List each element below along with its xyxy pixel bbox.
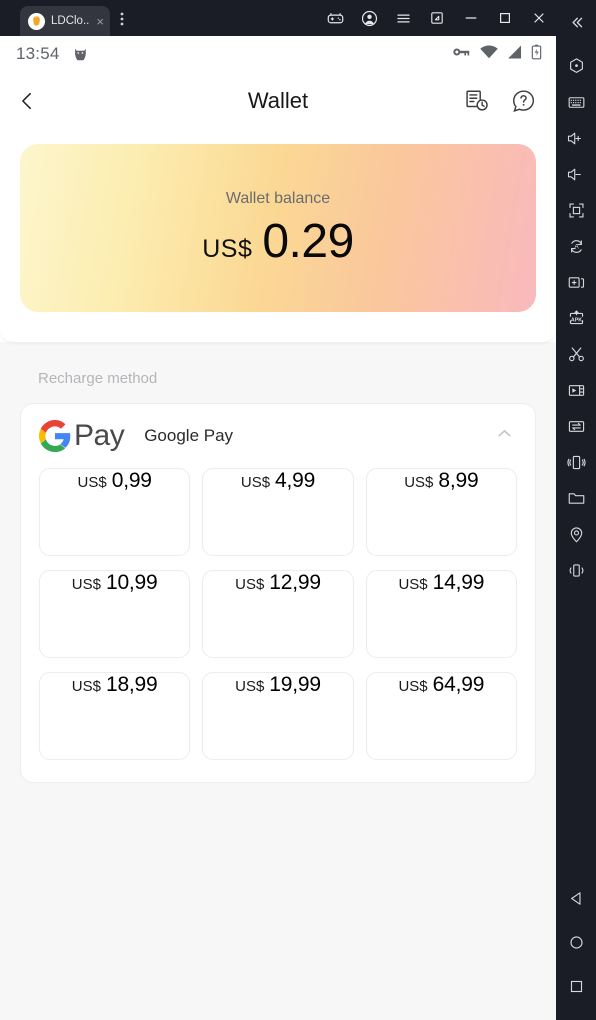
signal-icon — [507, 45, 522, 64]
google-pay-wordmark: Pay — [74, 419, 125, 452]
window-controls — [318, 0, 556, 36]
window-tab[interactable]: LDClo... × — [20, 6, 110, 36]
amount-value: 64,99 — [432, 673, 485, 696]
amount-tile[interactable]: US$ 8,99 — [365, 468, 517, 556]
statusbar-time: 13:54 — [16, 44, 60, 63]
nav-back-icon[interactable] — [556, 880, 596, 916]
kebab-menu-icon[interactable] — [120, 11, 124, 29]
amount-currency: US$ — [398, 576, 428, 593]
balance-currency: US$ — [202, 235, 253, 263]
wifi-icon — [480, 45, 498, 64]
amount-tile[interactable]: US$ 19,99 — [202, 672, 354, 760]
close-icon[interactable] — [522, 0, 556, 36]
amount-value: 0,99 — [111, 469, 152, 492]
volume-down-icon[interactable] — [556, 156, 596, 192]
emulator-sidebar: A APK — [556, 0, 596, 1020]
gamepad-icon[interactable] — [318, 0, 352, 36]
balance-value: 0.29 — [262, 215, 354, 268]
amount-value: 19,99 — [269, 673, 321, 696]
recharge-section: Recharge method Pay Google Pay US$ 0,99 … — [0, 342, 556, 1020]
recharge-amount-grid: US$ 0,99 US$ 4,99 US$ 8,99 US$ 10,99 US$… — [21, 468, 535, 760]
menu-icon[interactable] — [386, 0, 420, 36]
collapse-icon[interactable] — [556, 4, 596, 40]
amount-currency: US$ — [235, 576, 265, 593]
app-header: Wallet — [0, 72, 556, 130]
window-titlebar: LDClo... × — [0, 0, 556, 36]
transaction-history-icon[interactable] — [462, 86, 492, 116]
svg-text:APK: APK — [570, 317, 581, 323]
auto-rotate-icon[interactable]: A — [556, 228, 596, 264]
amount-tile[interactable]: US$ 10,99 — [39, 570, 191, 658]
payment-method-card: Pay Google Pay US$ 0,99 US$ 4,99 US$ 8,9… — [20, 403, 536, 783]
nav-home-icon[interactable] — [556, 924, 596, 960]
screenshot-icon[interactable] — [556, 336, 596, 372]
google-pay-logo: Pay — [39, 419, 125, 453]
amount-tile[interactable]: US$ 0,99 — [39, 468, 191, 556]
amount-value: 18,99 — [105, 673, 158, 696]
resize-icon[interactable] — [420, 0, 454, 36]
video-record-icon[interactable] — [556, 372, 596, 408]
folder-icon[interactable] — [556, 480, 596, 516]
amount-value: 8,99 — [438, 469, 479, 492]
vibrate-icon[interactable] — [556, 552, 596, 588]
add-window-icon[interactable] — [556, 264, 596, 300]
svg-text:A: A — [574, 243, 579, 250]
wallet-balance-card: Wallet balance US$ 0.29 — [20, 144, 536, 312]
amount-tile[interactable]: US$ 12,99 — [202, 570, 354, 658]
help-icon[interactable] — [508, 86, 538, 116]
amount-currency: US$ — [404, 474, 434, 491]
nav-recents-icon[interactable] — [556, 968, 596, 1004]
amount-value: 10,99 — [105, 571, 158, 594]
amount-tile[interactable]: US$ 14,99 — [365, 570, 517, 658]
statusbar-icons — [452, 44, 542, 65]
android-screen: 13:54 Wallet Wallet balance US$ 0.29 Rec… — [0, 36, 556, 1020]
amount-tile[interactable]: US$ 18,99 — [39, 672, 191, 760]
chevron-left-icon[interactable] — [16, 84, 50, 118]
vpn-key-icon — [452, 45, 471, 64]
amount-tile[interactable]: US$ 64,99 — [365, 672, 517, 760]
keyboard-icon[interactable] — [556, 84, 596, 120]
minimize-icon[interactable] — [454, 0, 488, 36]
wallet-balance-amount-row: US$ 0.29 — [202, 218, 354, 266]
install-apk-icon[interactable]: APK — [556, 300, 596, 336]
fullscreen-icon[interactable] — [556, 192, 596, 228]
app-icon — [28, 12, 45, 30]
amount-value: 14,99 — [432, 571, 485, 594]
google-pay-row[interactable]: Pay Google Pay — [21, 404, 535, 468]
wallet-balance-label: Wallet balance — [225, 190, 331, 207]
account-icon[interactable] — [352, 0, 386, 36]
shake-icon[interactable] — [556, 444, 596, 480]
chevron-up-icon[interactable] — [494, 423, 515, 449]
location-icon[interactable] — [556, 516, 596, 552]
file-transfer-icon[interactable] — [556, 408, 596, 444]
amount-tile[interactable]: US$ 4,99 — [202, 468, 354, 556]
recharge-method-label: Recharge method — [38, 370, 158, 387]
android-statusbar: 13:54 — [0, 36, 556, 72]
maximize-icon[interactable] — [488, 0, 522, 36]
amount-value: 12,99 — [269, 571, 321, 594]
amount-currency: US$ — [71, 576, 101, 593]
emulator-window: LDClo... × 13:54 Wallet Wallet balance U… — [0, 0, 596, 1020]
amount-currency: US$ — [235, 678, 265, 695]
amount-currency: US$ — [71, 678, 101, 695]
volume-up-icon[interactable] — [556, 120, 596, 156]
emulator-main-column: LDClo... × 13:54 Wallet Wallet balance U… — [0, 0, 556, 1020]
payment-method-name: Google Pay — [144, 426, 234, 445]
record-macro-icon[interactable] — [556, 48, 596, 84]
amount-currency: US$ — [398, 678, 428, 695]
amount-currency: US$ — [240, 474, 271, 491]
battery-charging-icon — [531, 44, 542, 65]
amount-value: 4,99 — [275, 469, 316, 492]
balance-card-container: Wallet balance US$ 0.29 — [0, 130, 556, 342]
app-header-actions — [462, 86, 538, 116]
amount-currency: US$ — [77, 474, 107, 491]
window-tab-label: LDClo... — [51, 15, 91, 27]
cat-icon — [72, 46, 89, 63]
tab-close-icon[interactable]: × — [96, 15, 104, 28]
